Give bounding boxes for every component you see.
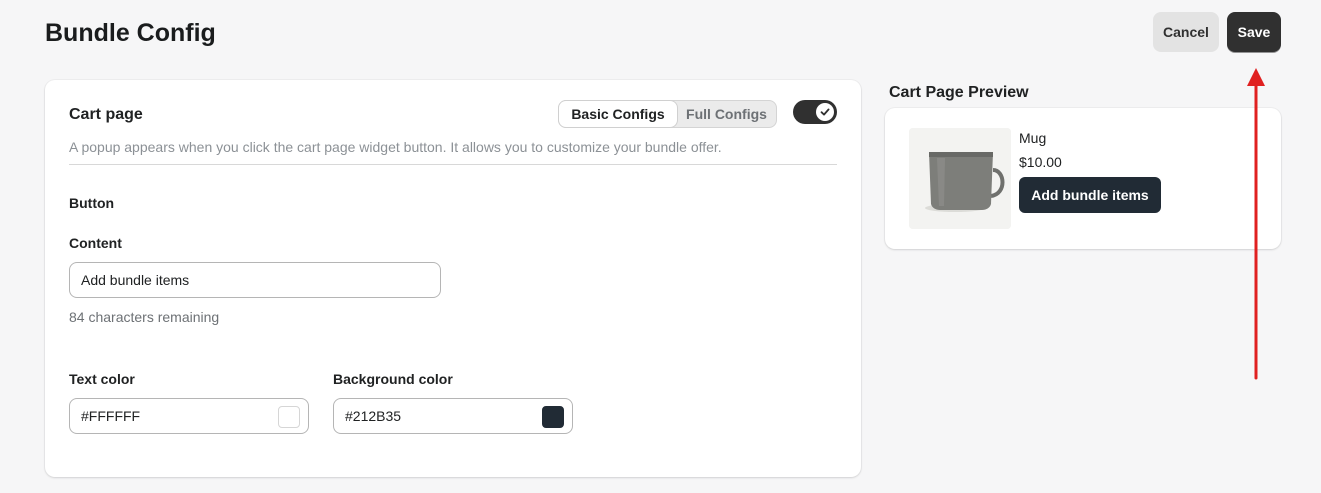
divider [69, 164, 837, 165]
cart-preview-card: Mug $10.00 Add bundle items [885, 108, 1281, 249]
background-color-value: #212B35 [345, 408, 402, 424]
background-color-input[interactable]: #212B35 [333, 398, 573, 434]
tab-basic-configs[interactable]: Basic Configs [559, 101, 677, 127]
content-label: Content [69, 235, 122, 251]
characters-remaining: 84 characters remaining [69, 309, 220, 325]
checkmark-icon [820, 108, 830, 116]
card-title: Cart page [69, 106, 143, 123]
add-bundle-items-button[interactable]: Add bundle items [1019, 177, 1161, 213]
content-input[interactable]: Add bundle items [69, 262, 441, 298]
enable-toggle[interactable] [793, 100, 837, 124]
mug-image [909, 128, 1011, 229]
text-color-value: #FFFFFF [81, 408, 141, 424]
cart-page-config-card: Cart page Basic Configs Full Configs A p… [45, 80, 861, 477]
toggle-knob [816, 103, 834, 121]
save-button[interactable]: Save [1227, 12, 1281, 52]
text-color-label: Text color [69, 371, 135, 387]
preview-title: Cart Page Preview [889, 84, 1029, 101]
text-color-input[interactable]: #FFFFFF [69, 398, 309, 434]
red-arrow-annotation [1247, 68, 1265, 380]
content-input-value: Add bundle items [81, 272, 190, 288]
background-color-label: Background color [333, 371, 453, 387]
tab-full-configs[interactable]: Full Configs [677, 101, 776, 127]
card-description: A popup appears when you click the cart … [69, 139, 722, 155]
text-color-swatch[interactable] [278, 406, 300, 428]
background-color-swatch[interactable] [542, 406, 564, 428]
product-name: Mug [1019, 130, 1047, 146]
section-label-button: Button [69, 195, 115, 211]
page-title: Bundle Config [45, 19, 216, 47]
product-price: $10.00 [1019, 154, 1062, 170]
cancel-button[interactable]: Cancel [1153, 12, 1219, 52]
config-mode-tabs: Basic Configs Full Configs [558, 100, 777, 128]
